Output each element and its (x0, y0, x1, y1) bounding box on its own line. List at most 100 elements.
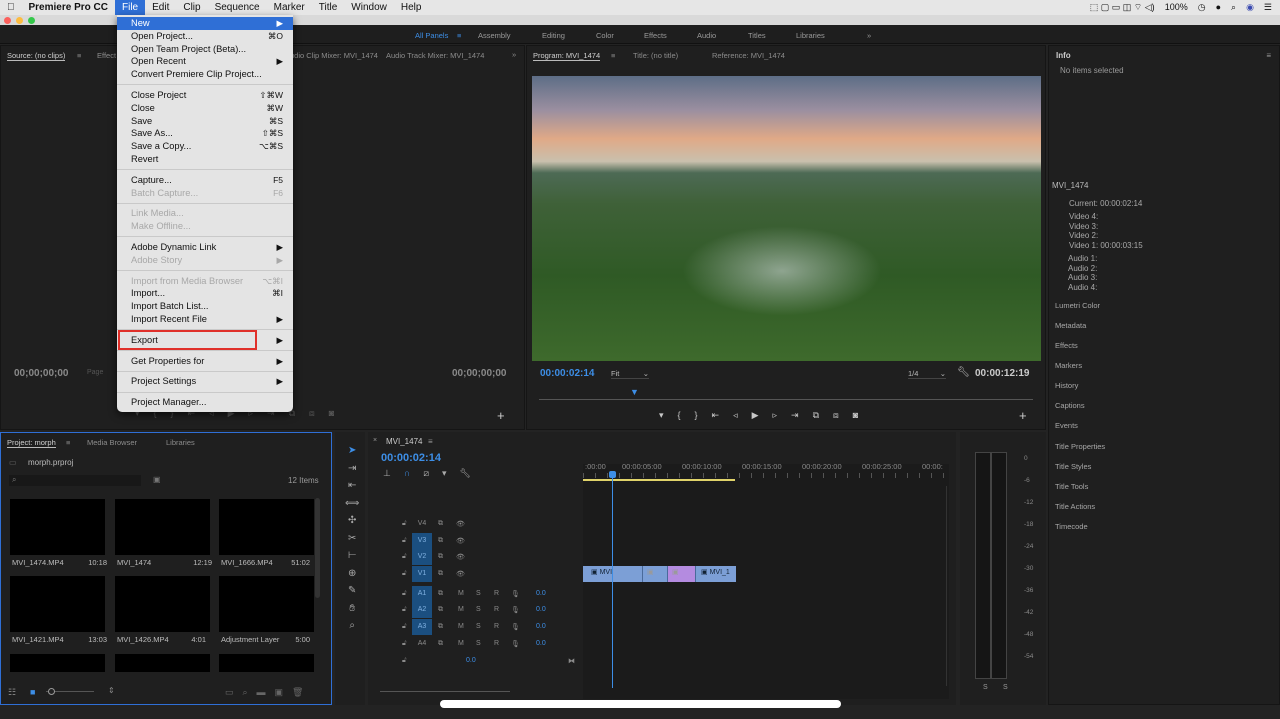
project-item-thumbnail[interactable] (219, 654, 314, 672)
mute-button[interactable]: M (458, 623, 464, 630)
workspace-editing[interactable]: Editing (542, 31, 565, 40)
slide-tool-icon[interactable]: ⊕ (345, 565, 359, 583)
minimize-window-button[interactable] (16, 17, 23, 24)
tab-effect-controls[interactable]: Effect (97, 51, 116, 60)
program-transport-controls[interactable]: ▾{}⇤◃▶▹⇥⧉⧈◙ (659, 410, 872, 421)
panel-menu-icon[interactable]: ≡ (66, 438, 70, 447)
sync-icon[interactable]: ⧉ (438, 520, 443, 528)
file-menu-item-convert-premiere-clip-project[interactable]: Convert Premiere Clip Project... (117, 68, 293, 81)
tab-project[interactable]: Project: morph (7, 438, 56, 448)
panel-menu-icon[interactable]: ≡ (611, 51, 615, 60)
track-name[interactable]: A1 (412, 586, 432, 602)
lock-icon[interactable]: 🔓︎ (402, 570, 407, 578)
track-name[interactable]: V4 (412, 516, 432, 532)
work-area-bar[interactable] (583, 479, 735, 481)
file-menu-item-get-properties-for[interactable]: Get Properties for ▶ (117, 355, 293, 368)
eye-icon[interactable]: 👁︎ (456, 537, 465, 545)
panel-events[interactable]: Events (1055, 421, 1078, 430)
eye-icon[interactable]: 👁︎ (456, 520, 465, 528)
workspace-all-panels[interactable]: All Panels (415, 31, 448, 40)
project-item-label[interactable]: MVI_1474 12:19 (117, 558, 212, 567)
file-menu-item-open-recent[interactable]: Open Recent ▶ (117, 55, 293, 68)
icon-view-icon[interactable]: ■ (30, 687, 35, 697)
eye-icon[interactable]: 👁︎ (456, 570, 465, 578)
eye-icon[interactable]: 👁︎ (456, 553, 465, 561)
tab-source[interactable]: Source: (no clips) (7, 51, 66, 61)
tab-program[interactable]: Program: MVI_1474 (533, 51, 601, 61)
file-menu-item-capture[interactable]: Capture... F5 (117, 174, 293, 187)
panel-title-properties[interactable]: Title Properties (1055, 442, 1105, 451)
menu-clip[interactable]: Clip (176, 0, 207, 15)
menu-edit[interactable]: Edit (145, 0, 176, 15)
track-name[interactable]: A4 (412, 636, 432, 652)
workspace-color[interactable]: Color (596, 31, 614, 40)
project-item-label[interactable]: MVI_1474.MP4 10:18 (12, 558, 107, 567)
playhead-line[interactable] (612, 472, 613, 688)
panel-title-actions[interactable]: Title Actions (1055, 502, 1095, 511)
master-volume[interactable]: 0.0 (466, 657, 476, 664)
panel-menu-icon[interactable]: ≡ (1266, 51, 1271, 60)
zoom-window-button[interactable] (28, 17, 35, 24)
lock-icon[interactable]: 🔓︎ (402, 606, 407, 614)
mute-button[interactable]: M (458, 640, 464, 647)
sort-icon[interactable]: ⇕ (108, 686, 115, 695)
file-menu-item-save-as[interactable]: Save As... ⇧⌘S (117, 127, 293, 140)
track-volume[interactable]: 0.0 (536, 623, 546, 630)
sync-icon[interactable]: ⧉ (438, 623, 443, 631)
source-timecode[interactable]: 00;00;00;00 (14, 368, 68, 379)
lock-icon[interactable]: 🔓︎ (402, 520, 407, 528)
status-icons[interactable]: ⬚ ▢ ▭ ◫ ⌔ ◁) (1090, 2, 1155, 13)
project-item-thumbnail[interactable] (219, 576, 314, 632)
file-menu-item-project-settings[interactable]: Project Settings ▶ (117, 375, 293, 388)
tab-audio-clip-mixer[interactable]: Audio Clip Mixer: MVI_1474 (285, 51, 378, 60)
zoom-dropdown[interactable]: Fit ⌄ (611, 369, 649, 379)
tab-reference[interactable]: Reference: MVI_1474 (712, 51, 785, 60)
apple-icon[interactable]:  (0, 0, 22, 15)
sync-icon[interactable]: ⧉ (438, 640, 443, 648)
list-view-icon[interactable]: ☷ (8, 687, 16, 698)
razor-tool-icon[interactable]: ✂ (345, 530, 359, 548)
sync-icon[interactable]: ⧉ (438, 606, 443, 614)
mic-icon[interactable]: 🎙︎ (511, 590, 520, 598)
menu-file[interactable]: File (114, 0, 146, 15)
track-name[interactable]: V2 (412, 549, 432, 565)
adjustment-layer-clip[interactable]: ▣ (668, 566, 696, 582)
project-item-thumbnail[interactable] (10, 576, 105, 632)
track-volume[interactable]: 0.0 (536, 640, 546, 647)
file-menu-item-new[interactable]: New ▶ (117, 17, 293, 30)
battery-percent[interactable]: 100% (1165, 2, 1188, 13)
track-name[interactable]: A3 (412, 619, 432, 635)
timeline-clip[interactable]: ▣ MVI_1 (696, 566, 736, 582)
project-item-label[interactable]: MVI_1426.MP4 4:01 (117, 635, 206, 644)
track-name[interactable]: V1 (412, 566, 432, 582)
sync-icon[interactable]: ⧉ (438, 570, 443, 578)
file-menu-item-open-project[interactable]: Open Project... ⌘O (117, 30, 293, 43)
app-menu[interactable]: Premiere Pro CC (22, 0, 115, 15)
timeline-timecode[interactable]: 00:00:02:14 (381, 452, 441, 464)
project-item-thumbnail[interactable] (10, 499, 105, 555)
tab-media-browser[interactable]: Media Browser (87, 438, 137, 447)
lock-icon[interactable]: 🔓︎ (402, 640, 407, 648)
project-search-input[interactable]: ⌕ (9, 475, 141, 486)
workspace-libraries[interactable]: Libraries (796, 31, 825, 40)
panel-menu-icon[interactable]: ≡ (77, 51, 81, 60)
panel-title-tools[interactable]: Title Tools (1055, 482, 1088, 491)
file-menu-item-revert[interactable]: Revert (117, 153, 293, 166)
sync-icon[interactable]: ⧉ (438, 590, 443, 598)
mic-icon[interactable]: 🎙︎ (511, 606, 520, 614)
panel-menu-icon[interactable]: ≡ (428, 437, 433, 446)
thumbnail-size-slider[interactable] (46, 688, 94, 695)
playhead-handle[interactable] (609, 471, 616, 478)
solo-button[interactable]: S (476, 606, 481, 613)
mute-button[interactable]: M (458, 606, 464, 613)
timeline-tool-buttons[interactable]: ⊥∩⧄▾🔧︎ (383, 468, 484, 479)
clock-icon[interactable]: ◷ (1198, 2, 1206, 13)
close-sequence-icon[interactable]: × (373, 437, 377, 444)
selection-tool-icon[interactable]: ➤ (345, 442, 359, 460)
solo-button[interactable]: S (476, 590, 481, 597)
zoom-tool-icon[interactable]: ⌕ (345, 617, 359, 635)
user-icon[interactable]: ● (1216, 2, 1221, 13)
file-menu-item-project-manager[interactable]: Project Manager... (117, 396, 293, 409)
record-button[interactable]: R (494, 623, 499, 630)
slip-tool-icon[interactable]: ⊢ (345, 547, 359, 565)
